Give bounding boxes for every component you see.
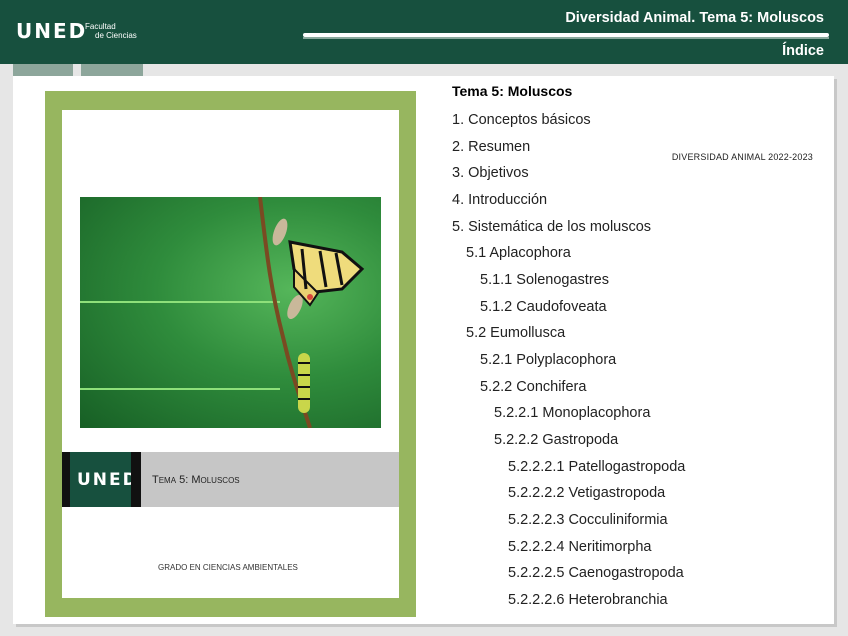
toc-item: 5.2.2.2.4 Neritimorpha xyxy=(508,539,652,555)
cover-grade: GRADO EN CIENCIAS AMBIENTALES xyxy=(158,563,298,572)
toc-item: 5.1.2 Caudofoveata xyxy=(480,299,607,315)
header-tab-2 xyxy=(81,64,143,76)
toc-item: 5.2.2.2 Gastropoda xyxy=(494,432,619,448)
toc-item: 5.2.2.2.5 Caenogastropoda xyxy=(508,565,684,581)
toc-item: 5.1.1 Solenogastres xyxy=(480,272,609,288)
cover-heading: DIVERSIDAD ANIMAL 2022-2023 xyxy=(671,152,813,162)
cover-logo-text: UNED xyxy=(77,470,139,490)
toc-item: 5.2.1 Polyplacophora xyxy=(480,352,617,368)
toc-item: 5.2.2 Conchifera xyxy=(480,379,587,395)
toc-item: 5.2.2.2.6 Heterobranchia xyxy=(508,592,668,608)
toc-item: 5.2.2.2.3 Cocculiniformia xyxy=(508,512,668,528)
toc-item: 5. Sistemática de los moluscos xyxy=(452,219,652,235)
cover-logo-bar-left xyxy=(62,452,70,507)
toc-item: 4. Introducción xyxy=(452,192,548,208)
section-title: Índice xyxy=(782,43,824,59)
butterfly-illustration xyxy=(258,197,365,428)
header-tab-1 xyxy=(13,64,73,76)
cover-theme-title: Tema 5: Moluscos xyxy=(152,474,240,486)
header-divider-shadow xyxy=(303,37,829,39)
toc-item: 5.1 Aplacophora xyxy=(466,245,571,261)
cover-photo-butterfly xyxy=(80,197,381,428)
toc-item: 5.2 Eumollusca xyxy=(466,325,566,341)
toc-item: 5.2.2.2.2 Vetigastropoda xyxy=(508,485,666,501)
toc-title: Tema 5: Moluscos xyxy=(452,83,573,99)
uned-logo: UNED xyxy=(16,19,88,43)
faculty-label: Facultad de Ciencias xyxy=(85,22,137,40)
toc-item: 5.2.2.1 Monoplacophora xyxy=(494,405,651,421)
faculty-line2: de Ciencias xyxy=(95,31,137,40)
faculty-line1: Facultad xyxy=(85,22,116,31)
toc-item: 3. Objetivos xyxy=(452,165,529,181)
toc-item: 2. Resumen xyxy=(452,139,531,155)
header-bar: UNED Facultad de Ciencias Diversidad Ani… xyxy=(0,0,848,64)
toc-item: 1. Conceptos básicos xyxy=(452,112,591,128)
cover-uned-logo: UNED xyxy=(62,452,141,507)
cover-logo-bar-right xyxy=(131,452,141,507)
toc-item: 5.2.2.2.1 Patellogastropoda xyxy=(508,459,686,475)
page-title: Diversidad Animal. Tema 5: Moluscos xyxy=(565,10,824,26)
